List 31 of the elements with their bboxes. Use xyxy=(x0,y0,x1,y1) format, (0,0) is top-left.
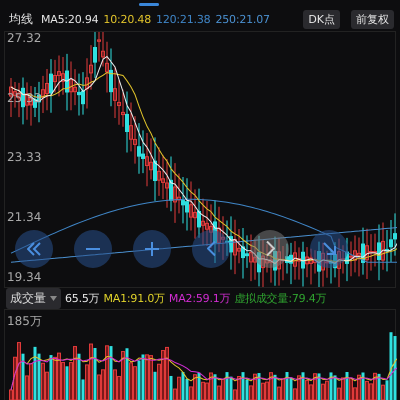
zoom-in-button[interactable] xyxy=(133,230,171,268)
price-axis-label: 27.32 xyxy=(7,30,42,45)
zoom-out-button[interactable] xyxy=(74,230,112,268)
chart-option-button[interactable]: DK点 xyxy=(303,10,340,29)
chevron-right-icon xyxy=(266,241,274,256)
rewind-button[interactable] xyxy=(15,230,53,268)
volume-axis-label: 185万 xyxy=(7,313,42,330)
indicator-title: 均线 xyxy=(9,10,33,28)
volume-value: 虚拟成交量:79.4万 xyxy=(234,290,326,306)
tab-indicator xyxy=(139,3,159,6)
moving-average-value: 120:21.38 xyxy=(156,12,210,26)
arrow-down-right-icon xyxy=(322,242,336,256)
price-axis-label: 23.33 xyxy=(7,150,42,164)
price-axis-label: 19.34 xyxy=(7,270,42,284)
volume-value: 65.5万 xyxy=(65,290,100,306)
latest-button[interactable] xyxy=(310,230,348,268)
double-chevron-left-icon xyxy=(27,242,41,256)
moving-average-value: 250:21.07 xyxy=(215,12,270,26)
indicator-dropdown[interactable]: 成交量 xyxy=(6,288,61,309)
minus-icon xyxy=(86,248,100,250)
volume-value: MA2:59.1万 xyxy=(168,290,230,306)
chevron-left-icon xyxy=(206,241,216,256)
dropdown-caret-icon xyxy=(50,296,57,301)
moving-average-value: MA5:20.94 xyxy=(41,12,98,26)
chart-option-button[interactable]: 前复权 xyxy=(351,10,394,29)
volume-value: MA1:91.0万 xyxy=(104,290,165,306)
price-axis-label: 25.33 xyxy=(7,90,42,105)
moving-average-value: 10:20.48 xyxy=(103,12,152,26)
plus-icon xyxy=(145,242,159,256)
price-axis-label: 21.34 xyxy=(7,210,42,224)
previous-button[interactable] xyxy=(192,230,230,268)
